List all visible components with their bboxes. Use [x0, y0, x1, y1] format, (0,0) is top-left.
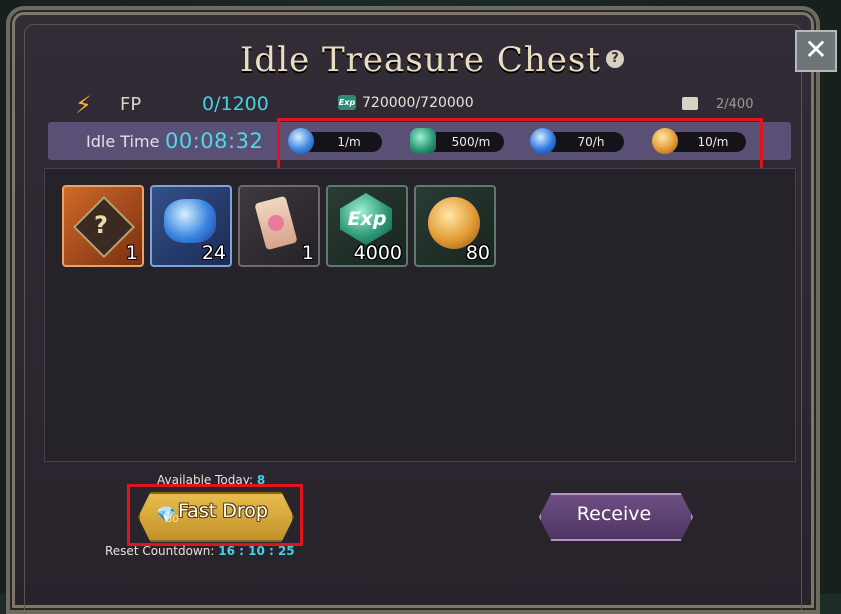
close-button[interactable]: ✕ [795, 30, 837, 72]
reward-slot[interactable]: ? 1 [62, 185, 144, 267]
exp-icon: Exp [338, 95, 356, 110]
exp-gem-label: Exp [347, 208, 387, 230]
reward-slot[interactable]: 24 [150, 185, 232, 267]
exp-value: 720000/720000 [362, 95, 474, 111]
reset-countdown: Reset Countdown: 16 : 10 : 25 [105, 544, 295, 558]
reward-count: 1 [125, 242, 138, 264]
idle-time-label: Idle Time [86, 132, 160, 151]
reward-slot[interactable]: 1 [238, 185, 320, 267]
lightning-icon: ⚡ [75, 91, 92, 119]
reward-count: 4000 [353, 242, 402, 264]
reward-count: 80 [465, 242, 490, 264]
highlight-fast-drop-box [127, 484, 303, 546]
receive-label: Receive [576, 503, 652, 525]
fp-value: 0/1200 [202, 93, 269, 115]
page-title: Idle Treasure Chest [240, 40, 601, 80]
reward-count: 24 [201, 242, 226, 264]
capacity-value: 2/400 [716, 97, 754, 112]
fp-label: FP [120, 94, 142, 115]
reward-count: 1 [301, 242, 314, 264]
blue-diamond-icon [164, 199, 216, 243]
info-icon[interactable]: ? [606, 50, 624, 68]
chest-capacity-icon [682, 97, 698, 110]
reward-slot[interactable]: Exp 4000 [326, 185, 408, 267]
reward-slot[interactable]: 80 [414, 185, 496, 267]
idle-time-value: 00:08:32 [165, 129, 264, 153]
